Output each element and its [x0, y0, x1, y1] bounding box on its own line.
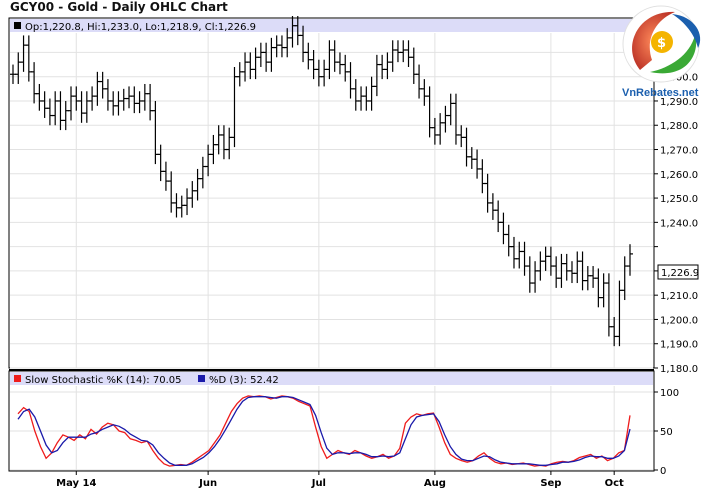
stoch-d-marker — [198, 375, 205, 382]
price-tick-label: 1,190.0 — [660, 340, 698, 351]
vnrebates-logo: $ — [622, 5, 701, 83]
x-tick-label: Aug — [424, 478, 446, 489]
stoch-panel — [8, 370, 655, 472]
price-legend-marker — [14, 22, 21, 29]
price-tick-label: 1,250.0 — [660, 194, 698, 205]
x-tick-label: May 14 — [56, 478, 96, 489]
x-tick-label: Jul — [311, 478, 326, 489]
stoch-d-legend: %D (3): 52.42 — [209, 375, 279, 386]
stoch-k-legend: Slow Stochastic %K (14): 70.05 — [25, 375, 181, 386]
last-price-label: 1,226.9 — [661, 268, 699, 279]
price-tick-label: 1,210.0 — [660, 291, 698, 302]
stoch-tick-label: 0 — [660, 466, 666, 477]
logo-dollar-sign: $ — [657, 36, 666, 51]
price-tick-label: 1,200.0 — [660, 315, 698, 326]
price-tick-label: 1,280.0 — [660, 121, 698, 132]
x-tick-label: Sep — [540, 478, 561, 489]
stoch-tick-label: 50 — [660, 427, 673, 438]
stoch-k-marker — [14, 375, 21, 382]
logo-text: VnRebates.net — [622, 87, 699, 99]
price-panel — [8, 17, 655, 369]
price-tick-label: 1,180.0 — [660, 364, 698, 375]
price-legend: Op:1,220.8, Hi:1,233.0, Lo:1,218.9, Cl:1… — [25, 22, 256, 33]
price-tick-label: 1,240.0 — [660, 218, 698, 229]
price-tick-label: 1,270.0 — [660, 146, 698, 157]
ohlc-chart: Op:1,220.8, Hi:1,233.0, Lo:1,218.9, Cl:1… — [8, 5, 701, 489]
stoch-tick-label: 100 — [660, 388, 679, 399]
price-tick-label: 1,260.0 — [660, 170, 698, 181]
x-tick-label: Oct — [605, 478, 624, 489]
x-tick-label: Jun — [198, 478, 217, 489]
